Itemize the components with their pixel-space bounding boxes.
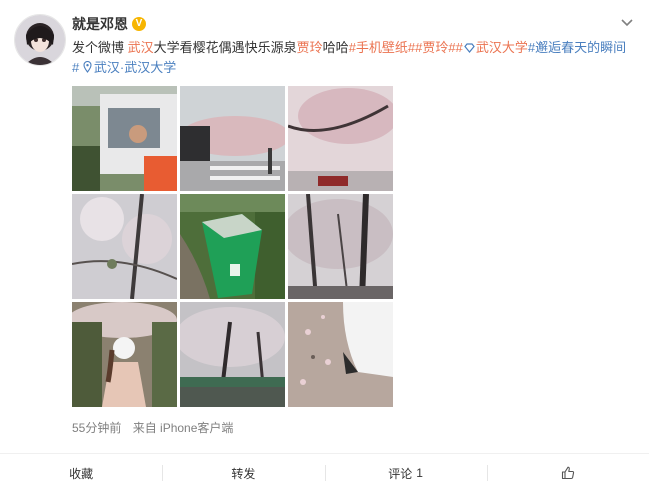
action-bar: 收藏 转发 评论 1 xyxy=(0,453,649,492)
photo-grid xyxy=(72,86,393,407)
photo-tree-trunks[interactable] xyxy=(288,194,393,299)
post-time[interactable]: 55分钟前 xyxy=(72,421,121,435)
hashtag-prefix[interactable]: # xyxy=(456,40,463,55)
photo-blossom-close[interactable] xyxy=(72,194,177,299)
hashtag-link[interactable]: #手机壁纸# xyxy=(349,40,415,55)
location-pin-icon xyxy=(83,61,92,73)
photo-street-cherry-trees[interactable] xyxy=(180,86,285,191)
comment-button[interactable]: 评论 1 xyxy=(324,454,487,492)
location-text[interactable]: 武汉·武汉大学 xyxy=(94,60,176,75)
chevron-down-icon[interactable] xyxy=(619,14,635,30)
username[interactable]: 就是邓恩 V xyxy=(72,14,146,34)
post-source: 来自 iPhone客户端 xyxy=(132,421,234,435)
favorite-label: 收藏 xyxy=(69,466,94,481)
highlight-link[interactable]: 武汉 xyxy=(128,40,154,55)
post-text: 发个微博 武汉大学看樱花偶遇快乐源泉贾玲哈哈#手机壁纸##贾玲## 武汉大学#邂逅… xyxy=(72,38,627,78)
photo-green-trash-bin[interactable] xyxy=(180,194,285,299)
photo-petals-ground[interactable] xyxy=(288,302,393,407)
thumbs-up-icon xyxy=(561,466,574,480)
text-segment: 大学看樱花偶遇快乐源泉 xyxy=(153,40,297,55)
favorite-button[interactable]: 收藏 xyxy=(0,454,162,492)
text-segment: 发个微博 xyxy=(72,40,128,55)
diamond-icon xyxy=(463,40,476,55)
photo-truck-window[interactable] xyxy=(72,86,177,191)
like-button[interactable] xyxy=(486,454,649,492)
post-meta: 55分钟前 来自 iPhone客户端 xyxy=(72,419,233,436)
photo-girl-cherry-tree[interactable] xyxy=(72,302,177,407)
verified-badge-icon: V xyxy=(132,17,146,31)
comment-count: 1 xyxy=(416,466,423,480)
username-text[interactable]: 就是邓恩 xyxy=(72,14,128,34)
repost-button[interactable]: 转发 xyxy=(162,454,324,492)
photo-cherry-trees-lake[interactable] xyxy=(180,302,285,407)
repost-label: 转发 xyxy=(231,466,256,481)
avatar[interactable] xyxy=(14,14,66,66)
photo-cherry-branches[interactable] xyxy=(288,86,393,191)
hashtag-link[interactable]: 武汉大学 xyxy=(476,40,528,55)
highlight-link[interactable]: 贾玲 xyxy=(297,40,323,55)
hashtag-link[interactable]: #贾玲# xyxy=(415,40,455,55)
location-link[interactable]: 武汉·武汉大学 xyxy=(83,60,176,75)
comment-label: 评论 xyxy=(388,466,413,481)
text-segment: 哈哈 xyxy=(322,40,349,55)
